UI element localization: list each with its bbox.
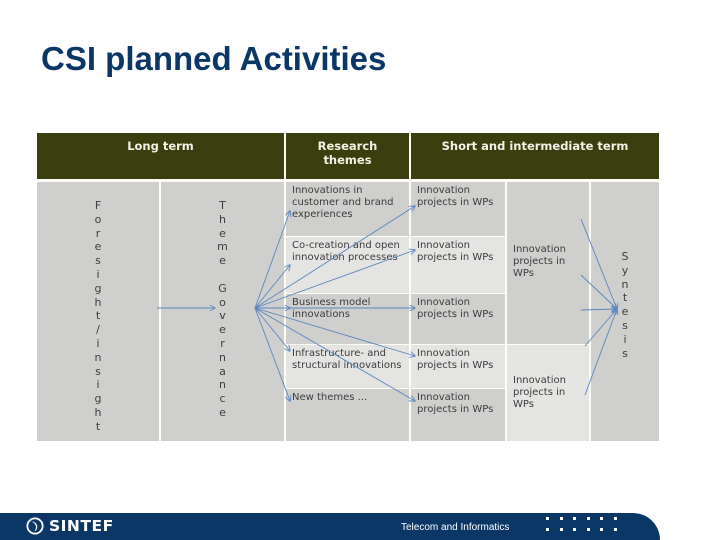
vertical-letter: i: [623, 332, 627, 346]
vertical-letter: s: [622, 346, 628, 360]
decorative-dot: [546, 528, 549, 531]
vertical-letter: e: [219, 226, 226, 240]
grouped-project-1: Innovation projects in WPs: [507, 182, 589, 344]
theme-governance-vertical-text: Theme Governance: [161, 182, 284, 420]
synthesis-vertical-text: Syntesis: [591, 182, 659, 360]
vertical-letter: T: [219, 199, 226, 212]
decorative-dot: [586, 517, 590, 520]
sintef-globe-icon: [26, 517, 44, 535]
theme-governance-column: Theme Governance: [161, 182, 284, 441]
vertical-letter: t: [95, 309, 101, 323]
vertical-letter: t: [95, 419, 101, 433]
vertical-letter: e: [219, 323, 226, 337]
vertical-letter: y: [621, 263, 629, 277]
vertical-letter: m: [217, 240, 228, 254]
activities-diagram: Long term Research themes Short and inte…: [37, 133, 659, 441]
wp-project-1: Innovation projects in WPs: [411, 182, 505, 236]
decorative-dot: [613, 517, 617, 520]
vertical-letter: v: [219, 309, 226, 323]
wp-project-5: Innovation projects in WPs: [411, 389, 505, 441]
decorative-dot: [573, 528, 576, 531]
vertical-letter: g: [94, 281, 102, 295]
vertical-letter: i: [96, 336, 100, 350]
wp-project-2: Innovation projects in WPs: [411, 237, 505, 293]
vertical-letter: h: [94, 295, 102, 309]
vertical-letter: n: [219, 378, 226, 392]
vertical-letter: o: [94, 212, 102, 226]
vertical-letter: o: [219, 295, 226, 309]
vertical-letter: e: [94, 240, 102, 254]
vertical-letter: e: [219, 405, 226, 419]
vertical-letter: S: [621, 250, 629, 263]
vertical-letter: i: [96, 267, 100, 281]
decorative-dot: [546, 517, 549, 520]
footer-bar: SINTEF Telecom and Informatics: [0, 513, 660, 540]
vertical-letter: s: [95, 254, 101, 268]
decorative-dot: [600, 517, 603, 520]
vertical-letter: G: [218, 281, 227, 295]
grouped-project-2: Innovation projects in WPs: [507, 345, 589, 441]
research-theme-1: Innovations in customer and brand experi…: [286, 182, 409, 236]
decorative-dot: [559, 528, 563, 531]
vertical-letter: n: [94, 350, 102, 364]
brand-name: SINTEF: [49, 517, 114, 535]
vertical-letter: e: [621, 305, 629, 319]
decorative-dot: [600, 528, 603, 531]
vertical-letter: [221, 268, 225, 282]
vertical-letter: c: [219, 392, 226, 406]
decorative-dot: [573, 517, 576, 520]
vertical-letter: s: [95, 364, 101, 378]
vertical-letter: t: [622, 291, 628, 305]
foresight-vertical-text: Fo r e s i g h t / i n s i g h t: [37, 182, 159, 434]
research-theme-4: Infrastructure- and structural innovatio…: [286, 345, 409, 388]
decorative-dots: [546, 517, 618, 537]
foresight-column: Fo r e s i g h t / i n s i g h t: [37, 182, 159, 441]
department-label: Telecom and Informatics: [401, 522, 510, 533]
header-research-themes: Research themes: [286, 133, 409, 179]
wp-project-3: Innovation projects in WPs: [411, 294, 505, 344]
decorative-dot: [559, 517, 563, 520]
vertical-letter: g: [94, 392, 102, 406]
vertical-letter: a: [219, 364, 226, 378]
vertical-letter: s: [622, 318, 628, 332]
decorative-dot: [613, 528, 617, 531]
vertical-letter: n: [219, 350, 226, 364]
vertical-letter: i: [96, 378, 100, 392]
research-theme-5: New themes ...: [286, 389, 409, 441]
vertical-letter: n: [621, 277, 629, 291]
research-theme-2: Co-creation and open innovation processe…: [286, 237, 409, 293]
vertical-letter: h: [94, 405, 102, 419]
vertical-letter: h: [219, 212, 226, 226]
header-short-intermediate-term: Short and intermediate term: [411, 133, 659, 179]
vertical-letter: r: [95, 226, 101, 240]
vertical-letter: F: [94, 199, 102, 212]
wp-project-4: Innovation projects in WPs: [411, 345, 505, 388]
sintef-logo: SINTEF: [26, 517, 114, 535]
slide-title: CSI planned Activities: [41, 40, 387, 77]
synthesis-column: Syntesis: [591, 182, 659, 441]
decorative-dot: [586, 528, 590, 531]
vertical-letter: r: [220, 336, 225, 350]
vertical-letter: e: [219, 254, 226, 268]
vertical-letter: /: [96, 323, 100, 337]
header-long-term: Long term: [37, 133, 284, 179]
research-theme-3: Business model innovations: [286, 294, 409, 344]
